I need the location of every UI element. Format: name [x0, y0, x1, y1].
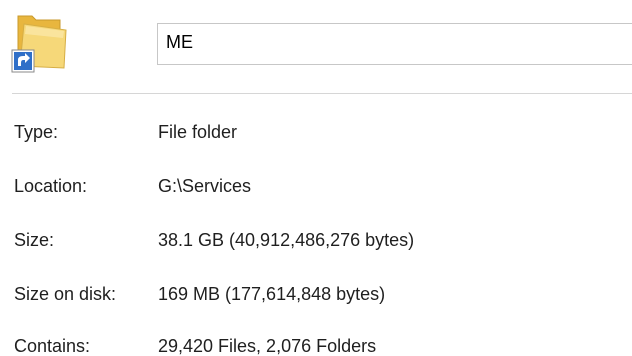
location-label: Location:: [14, 176, 88, 196]
size-value: 38.1 GB (40,912,486,276 bytes): [158, 230, 415, 250]
location-value: G:\Services: [158, 176, 252, 196]
folder-properties-panel: ME Type: File folder Location: G:\Servic…: [0, 0, 632, 356]
contains-label: Contains:: [14, 336, 91, 356]
size-on-disk-label: Size on disk:: [14, 284, 117, 304]
folder-name-field[interactable]: ME: [157, 23, 632, 65]
folder-name-value: ME: [166, 32, 193, 52]
contains-value: 29,420 Files, 2,076 Folders: [158, 336, 377, 356]
type-value: File folder: [158, 122, 238, 142]
size-on-disk-value: 169 MB (177,614,848 bytes): [158, 284, 386, 304]
size-label: Size:: [14, 230, 55, 250]
type-label: Type:: [14, 122, 59, 142]
folder-shortcut-icon: [10, 8, 68, 74]
divider: [12, 93, 632, 94]
